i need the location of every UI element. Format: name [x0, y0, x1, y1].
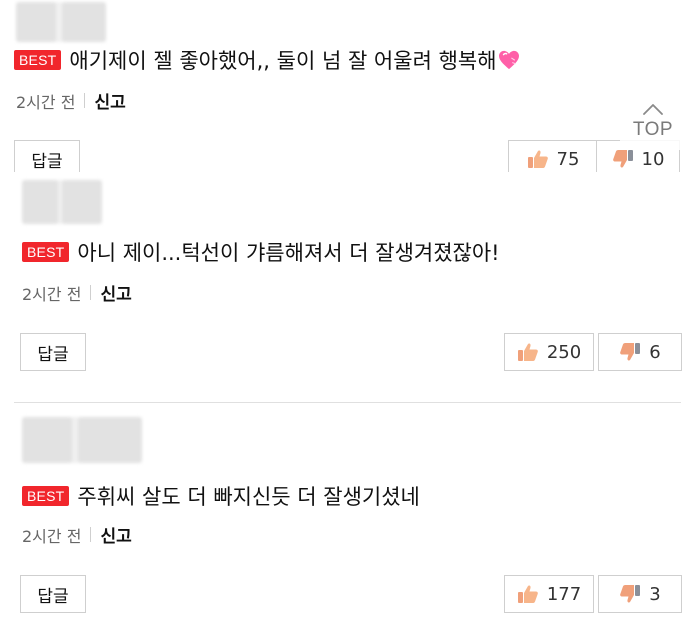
best-badge: BEST	[14, 50, 62, 70]
comment-item: BEST 아니 제이...턱선이 갸름해져서 더 잘생겨졌잖아! 2시간 전 신…	[0, 172, 691, 402]
top-label: TOP	[632, 119, 674, 140]
reply-button[interactable]: 답글	[14, 140, 80, 172]
dislike-count: 10	[641, 148, 665, 170]
report-link[interactable]: 신고	[100, 522, 131, 547]
blurred-username	[16, 2, 106, 42]
best-badge: BEST	[22, 242, 70, 262]
reply-button[interactable]: 답글	[20, 333, 86, 371]
comment-content: BEST 애기제이 젤 좋아했어,, 둘이 넘 잘 어울려 행복해	[14, 45, 520, 75]
dislike-button[interactable]: 3	[598, 575, 682, 613]
blurred-username	[22, 417, 142, 463]
thumbs-down-icon	[620, 343, 641, 361]
like-button[interactable]: 75	[508, 140, 598, 172]
thumbs-down-icon	[612, 150, 633, 168]
comment-text: 아니 제이...턱선이 갸름해져서 더 잘생겨졌잖아!	[77, 241, 500, 265]
thumbs-down-icon	[620, 585, 641, 603]
timestamp: 2시간 전	[22, 284, 82, 304]
dislike-button[interactable]: 6	[598, 333, 682, 371]
thumbs-up-icon	[517, 343, 538, 361]
comment-content: BEST 주휘씨 살도 더 빠지신듯 더 잘생기셨네	[22, 481, 420, 511]
comment-meta: 2시간 전 신고	[22, 280, 132, 306]
meta-divider	[90, 527, 92, 542]
like-count: 177	[546, 583, 582, 605]
heart-icon	[498, 50, 519, 70]
report-link[interactable]: 신고	[94, 88, 125, 113]
comment-text: 주휘씨 살도 더 빠지신듯 더 잘생기셨네	[77, 485, 420, 509]
dislike-count: 6	[649, 341, 661, 363]
comment-content: BEST 아니 제이...턱선이 갸름해져서 더 잘생겨졌잖아!	[22, 237, 500, 267]
best-badge: BEST	[22, 486, 70, 506]
meta-divider	[84, 93, 86, 108]
like-button[interactable]: 250	[504, 333, 594, 371]
thumbs-up-icon	[527, 150, 548, 168]
comment-meta: 2시간 전 신고	[22, 522, 132, 548]
comment-text: 애기제이 젤 좋아했어,, 둘이 넘 잘 어울려 행복해	[69, 49, 497, 73]
like-button[interactable]: 177	[504, 575, 594, 613]
like-count: 250	[546, 341, 582, 363]
scroll-to-top-button[interactable]: TOP	[620, 94, 686, 150]
comment-item: BEST 주휘씨 살도 더 빠지신듯 더 잘생기셨네 2시간 전 신고 답글 1…	[0, 403, 691, 631]
comment-meta: 2시간 전 신고	[16, 88, 126, 114]
dislike-count: 3	[649, 583, 661, 605]
timestamp: 2시간 전	[22, 526, 82, 546]
report-link[interactable]: 신고	[100, 280, 131, 305]
comment-list: BEST 애기제이 젤 좋아했어,, 둘이 넘 잘 어울려 행복해 2시간 전 …	[0, 0, 691, 631]
comment-item: BEST 애기제이 젤 좋아했어,, 둘이 넘 잘 어울려 행복해 2시간 전 …	[0, 0, 691, 172]
meta-divider	[90, 285, 92, 300]
blurred-username	[22, 180, 102, 224]
timestamp: 2시간 전	[16, 92, 76, 112]
like-count: 75	[556, 148, 580, 170]
thumbs-up-icon	[517, 585, 538, 603]
reply-button[interactable]: 답글	[20, 575, 86, 613]
chevron-up-icon	[643, 104, 663, 115]
